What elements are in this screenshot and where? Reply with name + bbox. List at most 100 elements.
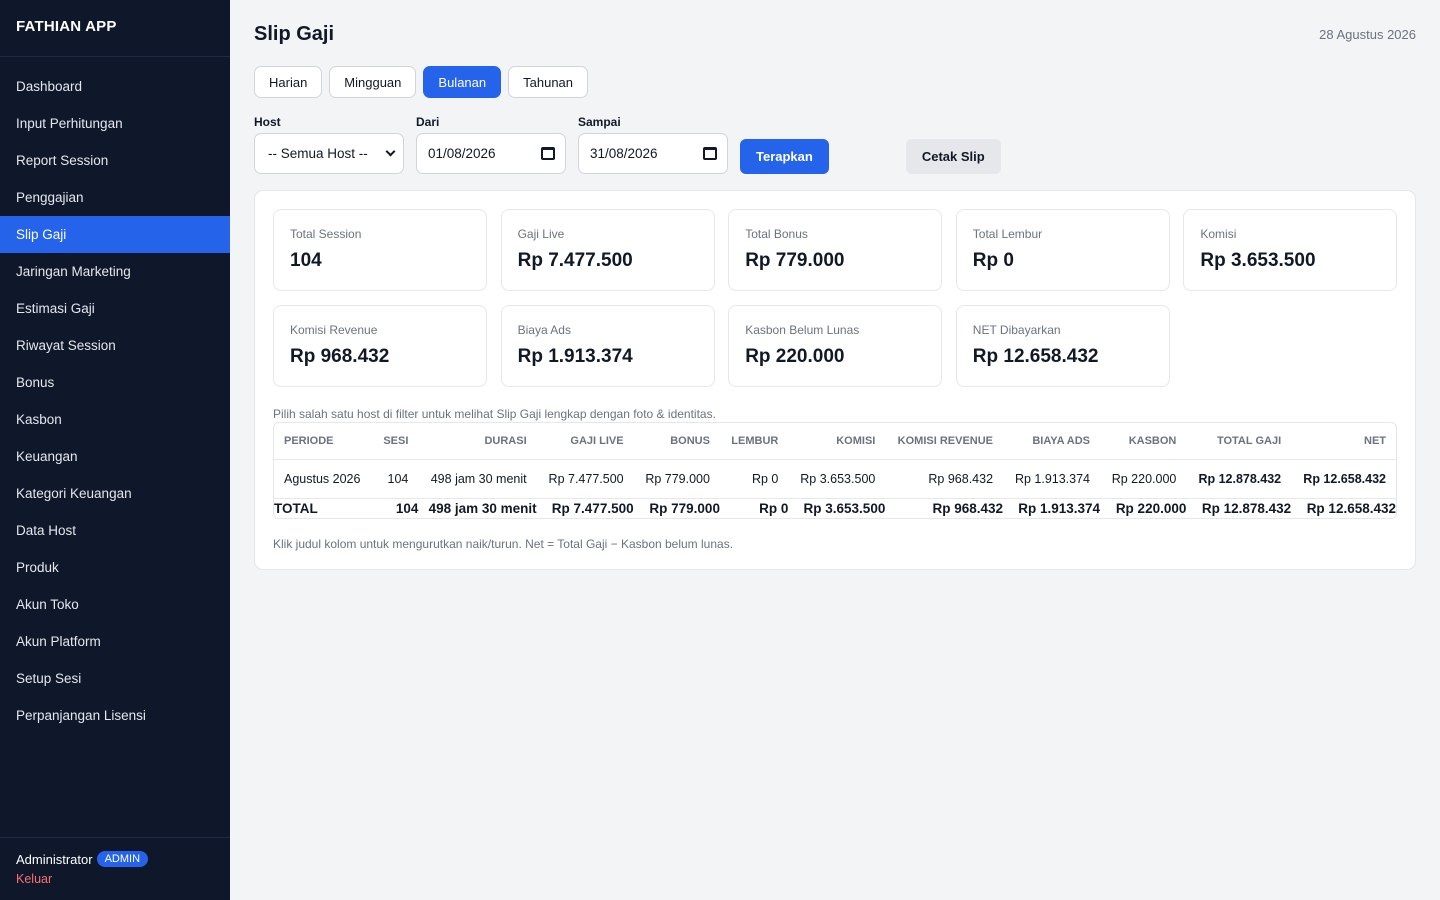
stat-net-dibayarkan: NET Dibayarkan Rp 12.658.432 — [955, 305, 1170, 387]
stat-komisi: Komisi Rp 3.653.500 — [1183, 209, 1398, 291]
stat-label: Komisi — [1200, 227, 1237, 241]
sidebar-item-jaringan-marketing[interactable]: Jaringan Marketing — [0, 253, 230, 290]
column-header-kasbon[interactable]: KASBON — [1100, 423, 1187, 460]
payslip-table: PERIODE SESI DURASI GAJI LIVE BONUS LEMB… — [273, 422, 1397, 519]
stat-gaji-live: Gaji Live Rp 7.477.500 — [500, 209, 715, 291]
cell-sesi: 104 — [372, 459, 419, 499]
total-sesi: 104 — [395, 500, 419, 516]
total-bonus: Rp 779.000 — [649, 500, 720, 516]
from-date-value: 01/08/2026 — [428, 146, 496, 161]
column-header-durasi[interactable]: DURASI — [418, 423, 537, 460]
sidebar-item-report-session[interactable]: Report Session — [0, 142, 230, 179]
total-gaji-live: Rp 7.477.500 — [551, 500, 634, 516]
stat-value: Rp 3.653.500 — [1200, 250, 1316, 271]
stat-biaya-ads: Biaya Ads Rp 1.913.374 — [500, 305, 715, 387]
sidebar-item-produk[interactable]: Produk — [0, 549, 230, 586]
page-title: Slip Gaji — [254, 23, 335, 45]
filter-bar: Host -- Semua Host -- Dari 01/08/2026 Sa… — [254, 115, 1001, 174]
stat-value: Rp 220.000 — [745, 346, 845, 367]
cell-biaya-ads: Rp 1.913.374 — [1003, 459, 1101, 499]
cell-total-gaji: Rp 12.878.432 — [1186, 459, 1292, 499]
calendar-icon[interactable] — [703, 147, 717, 160]
total-komisi: Rp 3.653.500 — [803, 500, 886, 516]
sidebar-item-input-perhitungan[interactable]: Input Perhitungan — [0, 105, 230, 142]
sidebar-item-bonus[interactable]: Bonus — [0, 364, 230, 401]
column-header-gaji-live[interactable]: GAJI LIVE — [536, 423, 634, 460]
filter-hint: Pilih salah satu host di filter untuk me… — [273, 407, 716, 421]
logout-link[interactable]: Keluar — [16, 872, 214, 886]
tab-mingguan[interactable]: Mingguan — [329, 66, 417, 98]
print-slip-button[interactable]: Cetak Slip — [905, 139, 1001, 174]
to-filter-group: Sampai 31/08/2026 — [578, 115, 728, 174]
sidebar-item-akun-toko[interactable]: Akun Toko — [0, 586, 230, 623]
sidebar-item-penggajian[interactable]: Penggajian — [0, 179, 230, 216]
stat-label: Total Session — [290, 227, 362, 241]
sidebar-item-kategori-keuangan[interactable]: Kategori Keuangan — [0, 475, 230, 512]
sidebar-footer: Administrator ADMIN Keluar — [0, 837, 230, 900]
total-net: Rp 12.658.432 — [1306, 500, 1396, 516]
stat-value: Rp 12.658.432 — [972, 346, 1099, 367]
column-header-komisi-revenue[interactable]: KOMISI REVENUE — [885, 423, 1004, 460]
sidebar-item-slip-gaji[interactable]: Slip Gaji — [0, 216, 230, 253]
stat-value: 104 — [290, 250, 322, 271]
stat-label: Biaya Ads — [517, 323, 571, 337]
total-total-gaji: Rp 12.878.432 — [1201, 500, 1292, 516]
sidebar-item-kasbon[interactable]: Kasbon — [0, 401, 230, 438]
from-date-input[interactable]: 01/08/2026 — [416, 133, 566, 174]
stat-value: Rp 7.477.500 — [517, 250, 633, 271]
sort-note: Klik judul kolom untuk mengurutkan naik/… — [273, 537, 734, 551]
cell-net: Rp 12.658.432 — [1291, 459, 1396, 499]
from-filter-group: Dari 01/08/2026 — [416, 115, 566, 174]
total-biaya-ads: Rp 1.913.374 — [1018, 500, 1101, 516]
total-lembur: Rp 0 — [759, 500, 789, 516]
column-header-biaya-ads[interactable]: BIAYA ADS — [1003, 423, 1101, 460]
table-row: Agustus 2026 104 498 jam 30 menit Rp 7.4… — [274, 459, 1396, 499]
role-badge: ADMIN — [96, 851, 149, 867]
page-date: 28 Agustus 2026 — [1319, 27, 1416, 42]
sidebar-item-data-host[interactable]: Data Host — [0, 512, 230, 549]
column-header-sesi[interactable]: SESI — [372, 423, 419, 460]
cell-komisi-revenue: Rp 968.432 — [885, 459, 1004, 499]
sidebar-item-keuangan[interactable]: Keuangan — [0, 438, 230, 475]
stat-value: Rp 779.000 — [745, 250, 845, 271]
sidebar-item-perpanjangan-lisensi[interactable]: Perpanjangan Lisensi — [0, 697, 230, 734]
cell-durasi: 498 jam 30 menit — [418, 459, 537, 499]
cell-bonus: Rp 779.000 — [633, 459, 720, 499]
column-header-komisi[interactable]: KOMISI — [788, 423, 886, 460]
column-header-periode[interactable]: PERIODE — [274, 423, 373, 460]
cell-lembur: Rp 0 — [719, 459, 789, 499]
cell-gaji-live: Rp 7.477.500 — [536, 459, 634, 499]
to-date-input[interactable]: 31/08/2026 — [578, 133, 728, 174]
stat-label: Kasbon Belum Lunas — [745, 323, 860, 337]
sidebar-item-riwayat-session[interactable]: Riwayat Session — [0, 327, 230, 364]
host-filter-group: Host -- Semua Host -- — [254, 115, 404, 174]
user-info: Administrator ADMIN — [16, 851, 214, 867]
from-label: Dari — [416, 115, 440, 129]
summary-card: Total Session 104 Gaji Live Rp 7.477.500… — [254, 190, 1416, 570]
stat-label: Komisi Revenue — [290, 323, 378, 337]
host-select[interactable]: -- Semua Host -- — [254, 133, 404, 174]
sidebar-item-akun-platform[interactable]: Akun Platform — [0, 623, 230, 660]
sidebar-item-setup-sesi[interactable]: Setup Sesi — [0, 660, 230, 697]
tab-harian[interactable]: Harian — [254, 66, 323, 98]
sidebar-item-estimasi-gaji[interactable]: Estimasi Gaji — [0, 290, 230, 327]
column-header-net[interactable]: NET — [1291, 423, 1396, 460]
total-label: TOTAL — [274, 500, 318, 516]
tab-bulanan[interactable]: Bulanan — [423, 66, 502, 98]
total-durasi: 498 jam 30 menit — [428, 500, 537, 516]
sidebar-item-dashboard[interactable]: Dashboard — [0, 68, 230, 105]
table-total-row: TOTAL 104 498 jam 30 menit Rp 7.477.500 … — [274, 498, 1396, 518]
calendar-icon[interactable] — [541, 147, 555, 160]
stat-kasbon-belum-lunas: Kasbon Belum Lunas Rp 220.000 — [728, 305, 943, 387]
stat-label: NET Dibayarkan — [972, 323, 1061, 337]
stat-total-session: Total Session 104 — [273, 209, 487, 291]
column-header-bonus[interactable]: BONUS — [633, 423, 720, 460]
tab-tahunan[interactable]: Tahunan — [508, 66, 589, 98]
column-header-lembur[interactable]: LEMBUR — [719, 423, 789, 460]
host-label: Host — [254, 115, 281, 129]
apply-button[interactable]: Terapkan — [740, 139, 829, 174]
cell-kasbon: Rp 220.000 — [1100, 459, 1187, 499]
column-header-total-gaji[interactable]: TOTAL GAJI — [1186, 423, 1292, 460]
period-tabs: Harian Mingguan Bulanan Tahunan — [254, 66, 589, 98]
stat-label: Gaji Live — [517, 227, 565, 241]
